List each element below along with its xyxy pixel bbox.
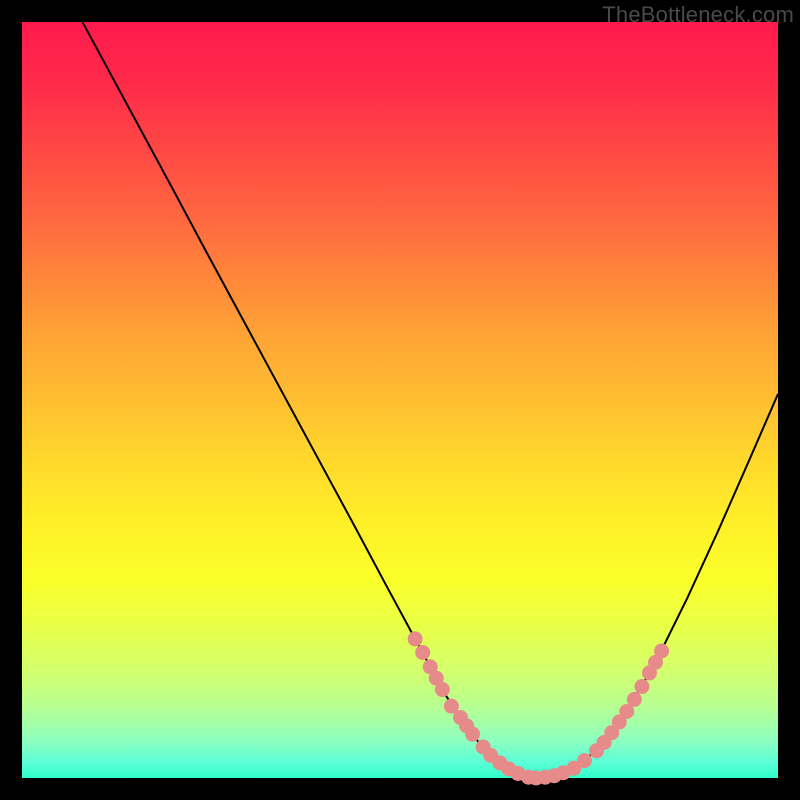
data-marker — [577, 753, 592, 768]
data-marker — [408, 631, 423, 646]
data-marker — [435, 682, 450, 697]
data-marker — [654, 643, 669, 658]
data-marker — [634, 679, 649, 694]
data-marker — [465, 727, 480, 742]
chart-svg — [22, 22, 778, 778]
marker-group — [408, 631, 669, 785]
data-marker — [415, 645, 430, 660]
data-marker — [627, 692, 642, 707]
